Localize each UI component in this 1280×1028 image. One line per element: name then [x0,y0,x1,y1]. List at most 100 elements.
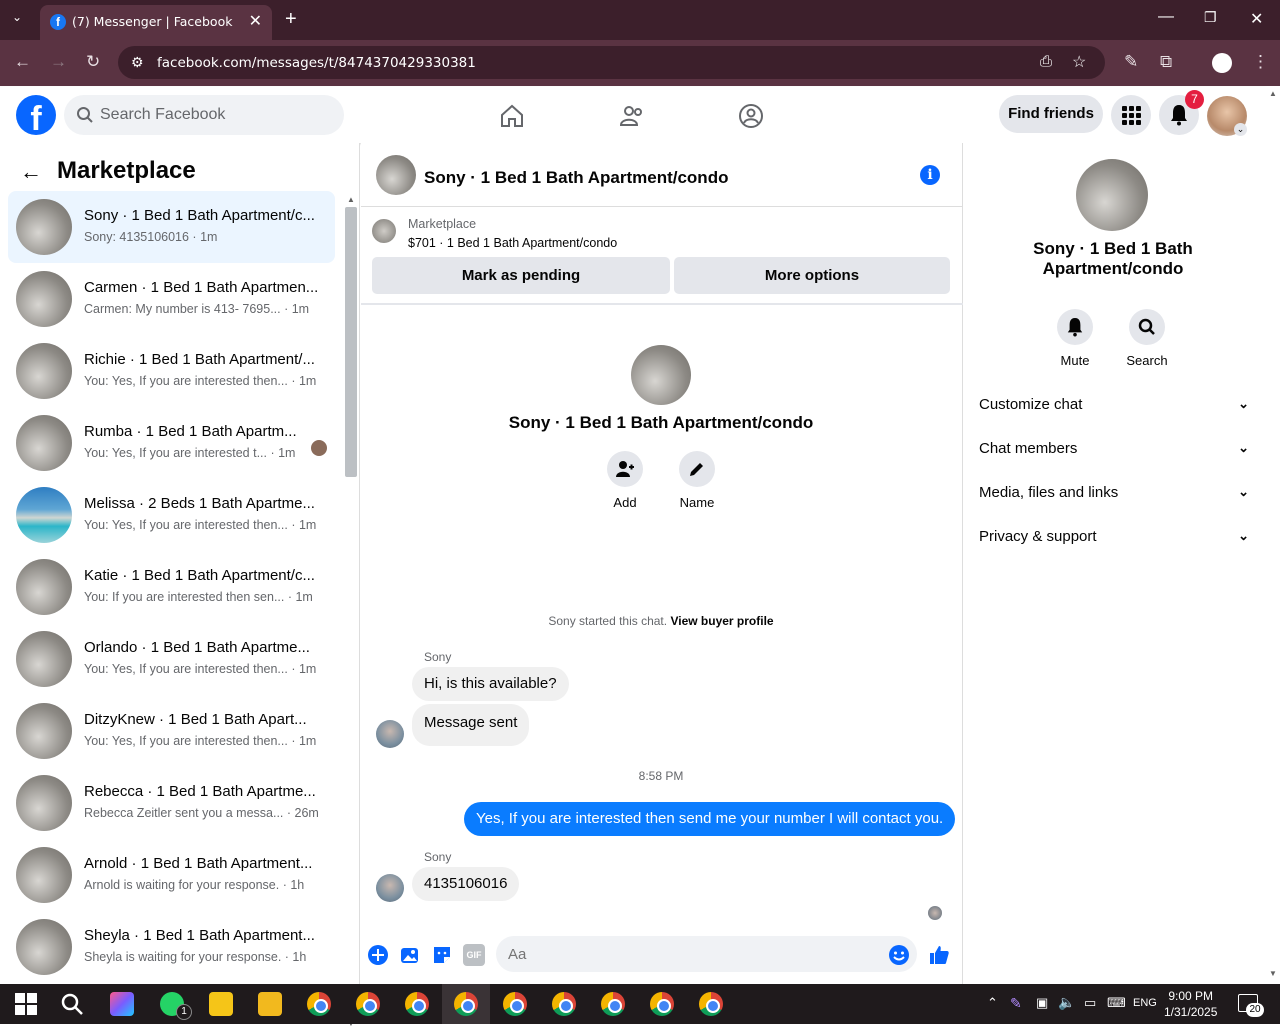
conversation-item[interactable]: Rumba · 1 Bed 1 Bath Apartm... You: Yes, … [8,407,335,479]
facebook-logo-icon[interactable]: f [16,95,56,135]
chrome-icon[interactable] [454,992,478,1016]
chat-members-section[interactable]: Chat members ⌄ [979,440,1249,457]
like-thumb-icon[interactable] [928,944,950,966]
conversation-name: Orlando · 1 Bed 1 Bath Apartme... [84,639,310,656]
conversation-item[interactable]: Carmen · 1 Bed 1 Bath Apartmen... Carmen:… [8,263,335,335]
minimize-icon[interactable]: — [1158,8,1174,26]
message-bubble[interactable]: 4135106016 [412,867,520,901]
mute-button[interactable]: Mute [1045,309,1105,368]
address-bar[interactable]: ⚙ facebook.com/messages/t/84743704293303… [118,46,1105,79]
conversation-item[interactable]: Melissa · 2 Beds 1 Bath Apartme... You: Y… [8,479,335,551]
search-icon[interactable] [60,992,84,1016]
photo-icon[interactable] [399,944,421,966]
chevron-down-icon: ⌄ [1238,440,1249,455]
listing-thumbnail[interactable] [372,219,396,243]
conversation-item[interactable]: Sony · 1 Bed 1 Bath Apartment/c... Sony: … [8,191,335,263]
bookmark-star-icon[interactable]: ☆ [1072,52,1086,72]
emoji-icon[interactable] [888,944,910,966]
chrome-icon[interactable] [405,992,429,1016]
chevron-up-icon[interactable]: ⌃ [987,995,998,1011]
pen-icon[interactable]: ✎ [1124,52,1138,72]
taskbar-clock[interactable]: 9:00 PM 1/31/2025 [1164,988,1217,1020]
my-message-bubble[interactable]: Yes, If you are interested then send me … [464,802,956,836]
sender-avatar[interactable] [376,720,404,748]
back-icon[interactable]: ← [14,52,31,72]
conversation-item[interactable]: Richie · 1 Bed 1 Bath Apartment/... You: … [8,335,335,407]
search-facebook-input[interactable]: Search Facebook [64,95,344,135]
pen-tray-icon[interactable]: ✎ [1010,995,1022,1012]
page-scrollbar[interactable]: ▲ ▼ [1266,87,1280,984]
chrome-icon[interactable] [552,992,576,1016]
chrome-icon[interactable] [699,992,723,1016]
scrollbar-thumb[interactable] [345,207,357,477]
message-bubble[interactable]: Message sent [412,704,530,746]
close-window-icon[interactable]: ✕ [1250,9,1263,29]
chat-avatar[interactable] [376,155,416,195]
friends-icon[interactable] [619,103,645,129]
message-input[interactable] [496,936,917,972]
language-indicator[interactable]: ENG [1133,997,1157,1009]
search-in-chat-button[interactable]: Search [1117,309,1177,368]
pencil-icon [690,463,703,476]
media-files-links-section[interactable]: Media, files and links ⌄ [979,484,1249,501]
conversation-item[interactable]: DitzyKnew · 1 Bed 1 Bath Apart... You: Ye… [8,695,335,767]
listing-title[interactable]: $701 · 1 Bed 1 Bath Apartment/condo [408,236,617,250]
new-tab-icon[interactable]: + [285,8,297,31]
home-icon[interactable] [499,103,525,129]
file-explorer-icon[interactable] [258,992,282,1016]
chat-info-panel: Sony · 1 Bed 1 Bath Apartment/condo Mute… [963,143,1266,984]
close-tab-icon[interactable]: ✕ [249,11,262,31]
customize-chat-section[interactable]: Customize chat ⌄ [979,396,1249,413]
browser-tab[interactable]: f (7) Messenger | Facebook ✕ [40,5,272,40]
meet-now-icon[interactable]: ▣ [1036,995,1048,1011]
add-label: Add [613,495,637,510]
add-member-button[interactable]: Add [590,451,660,510]
chat-title[interactable]: Sony · 1 Bed 1 Bath Apartment/condo [424,168,728,188]
mark-as-pending-button[interactable]: Mark as pending [372,257,670,294]
view-buyer-profile-link[interactable]: View buyer profile [670,614,773,628]
conversation-avatar [16,559,72,615]
sender-avatar[interactable] [376,874,404,902]
groups-icon[interactable] [738,103,764,129]
gif-icon[interactable]: GIF [463,944,485,966]
conversation-item[interactable]: Orlando · 1 Bed 1 Bath Apartme... You: Ye… [8,623,335,695]
conversation-item[interactable]: Katie · 1 Bed 1 Bath Apartment/c... You: … [8,551,335,623]
message-bubble[interactable]: Hi, is this available? [412,667,569,701]
menu-grid-button[interactable] [1111,95,1151,135]
sticky-notes-icon[interactable] [209,992,233,1016]
profile-icon[interactable] [1212,53,1232,73]
sticker-icon[interactable] [431,944,453,966]
conversation-preview: You: Yes, If you are interested then... … [84,662,317,676]
chrome-icon[interactable] [650,992,674,1016]
conversation-item[interactable]: Sheyla · 1 Bed 1 Bath Apartment... Sheyla… [8,911,335,983]
chrome-icon[interactable] [503,992,527,1016]
account-chevron-icon[interactable]: ⌄ [1234,123,1247,136]
info-avatar[interactable] [1076,159,1148,231]
windows-start-icon[interactable] [14,992,38,1016]
chrome-icon[interactable] [356,992,380,1016]
volume-icon[interactable]: 🔈 [1058,994,1075,1011]
conversation-item[interactable]: Rebecca · 1 Bed 1 Bath Apartme... Rebecca… [8,767,335,839]
conversation-item[interactable]: Arnold · 1 Bed 1 Bath Apartment... Arnold… [8,839,335,911]
name-chat-button[interactable]: Name [662,451,732,510]
reload-icon[interactable]: ↻ [86,52,100,72]
tab-search-icon[interactable]: ⌄ [12,10,22,24]
ime-icon[interactable]: ⌨ [1107,995,1126,1011]
restore-icon[interactable]: ❐ [1204,9,1217,26]
extensions-icon[interactable]: ⧉ [1160,52,1172,72]
forward-icon[interactable]: → [50,52,67,72]
more-options-button[interactable]: More options [674,257,950,294]
plus-circle-icon[interactable] [367,944,389,966]
info-icon[interactable]: i [920,165,940,185]
menu-icon[interactable]: ⋮ [1252,52,1269,72]
network-icon[interactable]: ▭ [1084,995,1096,1011]
bell-icon [1067,318,1083,337]
copilot-icon[interactable] [110,992,134,1016]
find-friends-button[interactable]: Find friends [999,95,1103,133]
chrome-icon[interactable] [601,992,625,1016]
site-info-icon[interactable]: ⚙ [131,54,144,71]
privacy-support-section[interactable]: Privacy & support ⌄ [979,528,1249,545]
install-app-icon[interactable]: ⎙ [1040,53,1052,70]
chrome-icon[interactable] [307,992,331,1016]
sidebar-scrollbar[interactable]: ▲ ▼ [344,193,358,1028]
